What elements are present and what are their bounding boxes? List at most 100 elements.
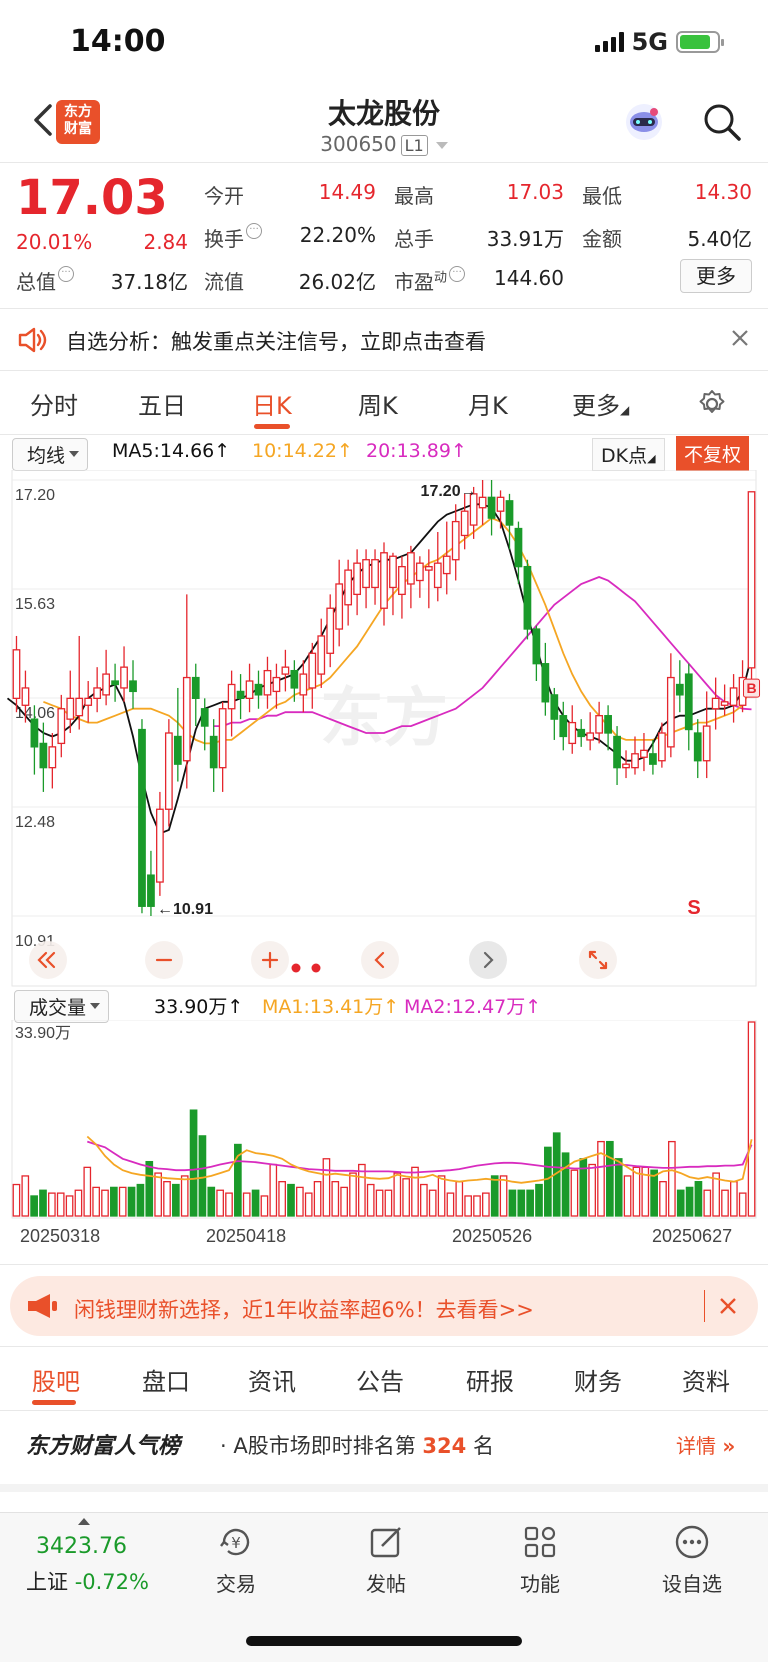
candle-body <box>245 680 254 699</box>
candle <box>173 687 182 782</box>
volume-bar <box>322 1158 331 1217</box>
active-tab-indicator <box>32 1400 76 1405</box>
popularity-detail-link[interactable]: 详情 » <box>676 1430 735 1459</box>
candle-body <box>21 687 30 706</box>
nav-add-watchlist[interactable]: 设自选 <box>642 1522 742 1597</box>
tab-weekly-k[interactable]: 周K <box>358 386 398 421</box>
volume-bar <box>118 1186 127 1217</box>
volume-bar <box>428 1189 437 1217</box>
volume-bar <box>30 1195 38 1217</box>
date-axis-label: 20250526 <box>452 1226 532 1246</box>
zoom-out-button[interactable] <box>145 941 183 979</box>
tab-research[interactable]: 研报 <box>466 1362 514 1397</box>
current-price: 17.03 <box>16 170 168 226</box>
candle <box>111 663 119 702</box>
candle-body <box>586 732 595 741</box>
tab-intraday[interactable]: 分时 <box>30 386 78 421</box>
candle <box>380 542 388 626</box>
tab-forum[interactable]: 股吧 <box>32 1362 80 1397</box>
close-icon[interactable] <box>726 324 754 352</box>
candle-body <box>48 746 57 769</box>
chevron-right-button[interactable] <box>469 941 507 979</box>
candle-body <box>156 808 164 883</box>
volume-bar <box>198 1135 207 1217</box>
candle-body <box>514 527 523 568</box>
volume-bar <box>659 1181 667 1217</box>
adjust-button[interactable]: 不复权 <box>676 436 750 471</box>
candle-body <box>380 552 388 609</box>
popularity-rank: 324 <box>422 1434 467 1458</box>
volume-bar <box>349 1172 357 1217</box>
search-icon[interactable] <box>700 100 744 144</box>
gear-icon[interactable] <box>696 388 728 420</box>
candle-body <box>236 690 245 699</box>
page-dot <box>311 963 321 973</box>
more-quote-button[interactable]: 更多 <box>680 259 752 293</box>
volume-bar <box>313 1181 322 1217</box>
volume-bar <box>623 1175 632 1217</box>
candle-body <box>613 735 621 769</box>
tab-finance[interactable]: 财务 <box>574 1362 622 1397</box>
volume-bar <box>694 1181 703 1217</box>
ma20-label: 20:13.89↑ <box>366 440 467 462</box>
expand-button[interactable] <box>579 941 617 979</box>
robot-assistant-icon[interactable] <box>622 100 666 144</box>
volume-bar <box>730 1181 738 1217</box>
tab-announcements[interactable]: 公告 <box>356 1362 404 1397</box>
candle <box>640 733 648 772</box>
volume-bar <box>189 1109 198 1217</box>
volume-value-label: 33.90万↑ <box>154 996 244 1018</box>
volume-value: 33.91万 <box>486 227 564 251</box>
volume-bar <box>668 1140 676 1217</box>
total-mv-label[interactable]: 总值 ··· <box>16 266 74 295</box>
candle-body <box>120 666 128 689</box>
nav-post[interactable]: 发帖 <box>336 1522 436 1597</box>
tab-orderbook[interactable]: 盘口 <box>142 1362 190 1397</box>
candle <box>48 733 57 789</box>
grid-icon <box>524 1526 556 1558</box>
candle <box>631 736 639 775</box>
dk-point-button[interactable]: DK点◢ <box>592 438 665 471</box>
chevron-left-button[interactable] <box>361 941 399 979</box>
volume-bar <box>260 1195 269 1217</box>
kline-chart[interactable]: 东方 17.2015.6314.0612.4810.91 17.20→←10.9… <box>0 470 768 988</box>
pe-label[interactable]: 市盈动 ··· <box>394 266 466 295</box>
tab-news[interactable]: 资讯 <box>248 1362 296 1397</box>
candle <box>245 663 254 713</box>
candle-body <box>362 559 370 589</box>
high-price-marker: 17.20→ <box>421 483 477 500</box>
candle-body <box>541 663 550 703</box>
candle-body <box>658 732 666 762</box>
turnover-label[interactable]: 换手 ··· <box>204 223 262 252</box>
rewind-button[interactable] <box>29 941 67 979</box>
volume-bar <box>650 1169 658 1217</box>
tab-more[interactable]: 更多◢ <box>572 386 629 421</box>
tab-five-day[interactable]: 五日 <box>138 386 186 421</box>
tab-daily-k[interactable]: 日K <box>252 386 292 421</box>
candle-body <box>272 676 281 693</box>
candle-body <box>666 676 675 748</box>
nav-functions[interactable]: 功能 <box>490 1522 590 1597</box>
candle <box>407 545 415 609</box>
svg-text:¥: ¥ <box>231 1534 241 1552</box>
control-bg <box>579 941 617 979</box>
index-ticker[interactable]: 上证 -0.72% <box>26 1566 149 1596</box>
nav-trade[interactable]: ¥ 交易 <box>186 1522 286 1597</box>
volume-bar <box>544 1146 552 1217</box>
tab-monthly-k[interactable]: 月K <box>468 386 508 421</box>
chevron-up-icon[interactable] <box>78 1518 90 1525</box>
candle-body <box>577 728 586 738</box>
volume-label: 总手 <box>394 227 434 251</box>
volume-bar <box>39 1189 47 1217</box>
index-value[interactable]: 3423.76 <box>36 1534 127 1559</box>
volume-bar <box>508 1189 517 1217</box>
candle <box>236 674 245 720</box>
tab-profile[interactable]: 资料 <box>682 1362 730 1397</box>
candle <box>442 521 451 595</box>
indicator-select[interactable]: 均线 <box>12 438 89 471</box>
volume-chart[interactable]: 33.90万 20250318 20250418 20250526 20250627 <box>0 1020 768 1260</box>
zoom-in-button[interactable] <box>251 941 289 979</box>
volume-indicator-select[interactable]: 成交量 <box>14 990 110 1023</box>
close-icon[interactable] <box>716 1294 740 1318</box>
volume-axis-label: 33.90万 <box>15 1025 71 1042</box>
